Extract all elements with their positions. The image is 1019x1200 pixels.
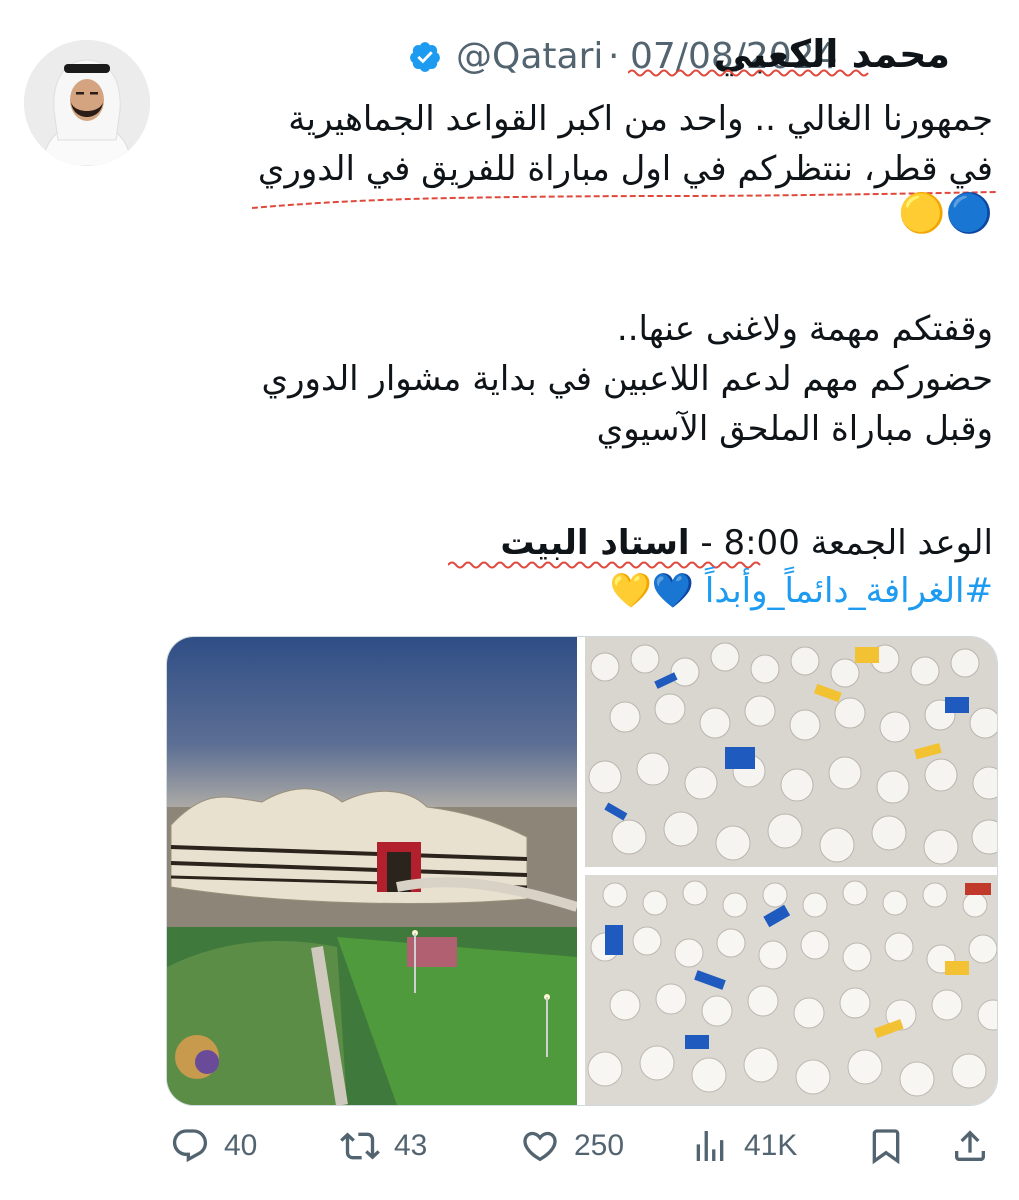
crowd-photo-1[interactable]: [585, 637, 997, 867]
reply-icon: [172, 1129, 208, 1163]
hashtag-emojis: 💙💛: [609, 571, 695, 611]
author-handle[interactable]: @Qatari: [456, 36, 603, 77]
views-count: 41K: [744, 1129, 798, 1162]
tweet-text-line-2: في قطر، ننتظركم في اول مباراة للفريق في …: [257, 149, 993, 189]
spellcheck-squiggle: [252, 191, 996, 209]
like-count: 250: [574, 1129, 625, 1162]
share-button[interactable]: [950, 1122, 990, 1170]
tweet-text-line-1: جمهورنا الغالي .. واحد من اكبر القواعد ا…: [288, 99, 993, 139]
reply-count: 40: [224, 1129, 258, 1162]
tweet-text-line-5: وقبل مباراة الملحق الآسيوي: [596, 409, 993, 449]
appointment-prefix: الوعد الجمعة 8:00 -: [689, 523, 993, 563]
like-button[interactable]: 250: [520, 1122, 624, 1170]
fans-crowd-icon: [585, 875, 997, 1105]
appointment-venue: استاد البيت: [500, 523, 690, 563]
verified-badge-icon: [408, 40, 442, 74]
heart-icon: [523, 1131, 557, 1162]
bookmark-icon: [872, 1129, 900, 1165]
repost-button[interactable]: 43: [340, 1122, 427, 1170]
spellcheck-squiggle: [628, 69, 869, 77]
views-button[interactable]: 41K: [690, 1122, 797, 1170]
tweet-text-line-3: وقفتكم مهمة ولاغنى عنها..: [616, 309, 993, 349]
hashtag-link[interactable]: #الغرافة_دائماً_وأبداً: [705, 571, 993, 611]
tweet-text-line-4: حضوركم مهم لدعم اللاعبين في بداية مشوار …: [261, 359, 993, 399]
reply-button[interactable]: 40: [170, 1122, 257, 1170]
repost-icon: [340, 1132, 380, 1160]
crowd-photo-2[interactable]: [585, 875, 997, 1105]
header-separator: ·: [608, 36, 620, 77]
analytics-icon: [696, 1131, 724, 1161]
stadium-photo[interactable]: [167, 637, 577, 1105]
bookmark-button[interactable]: [866, 1122, 906, 1170]
share-icon: [955, 1130, 985, 1161]
fans-crowd-icon: [585, 637, 997, 867]
tweet-emoji-line: 🔵🟡: [898, 191, 993, 235]
media-grid[interactable]: [166, 636, 998, 1106]
stadium-aerial-icon: [167, 637, 577, 1105]
repost-count: 43: [394, 1129, 428, 1162]
tweet-hashtag-line: #الغرافة_دائماً_وأبداً 💙💛: [609, 568, 993, 614]
